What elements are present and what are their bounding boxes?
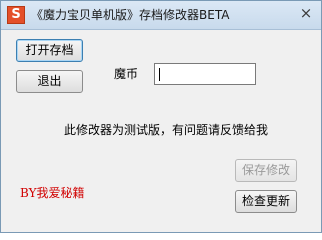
coin-input[interactable] xyxy=(154,63,256,85)
save-changes-button[interactable]: 保存修改 xyxy=(235,159,297,182)
window-title: 《魔力宝贝单机版》存档修改器BETA xyxy=(31,8,230,22)
close-icon[interactable]: × xyxy=(297,4,315,22)
credit-text: BY我爱秘籍 xyxy=(20,186,85,200)
title-bar[interactable]: S 《魔力宝贝单机版》存档修改器BETA × xyxy=(1,1,321,30)
check-update-button[interactable]: 检查更新 xyxy=(235,190,297,213)
exit-button[interactable]: 退出 xyxy=(16,70,83,93)
open-save-button[interactable]: 打开存档 xyxy=(16,39,83,62)
coin-label: 魔币 xyxy=(114,67,139,81)
info-message: 此修改器为测试版，有问题请反馈给我 xyxy=(64,123,269,137)
client-area: 打开存档 退出 魔币 此修改器为测试版，有问题请反馈给我 保存修改 BY我爱秘籍… xyxy=(7,30,315,226)
app-icon: S xyxy=(7,6,25,24)
app-window: S 《魔力宝贝单机版》存档修改器BETA × 打开存档 退出 魔币 此修改器为测… xyxy=(0,0,322,233)
text-cursor xyxy=(159,68,160,81)
